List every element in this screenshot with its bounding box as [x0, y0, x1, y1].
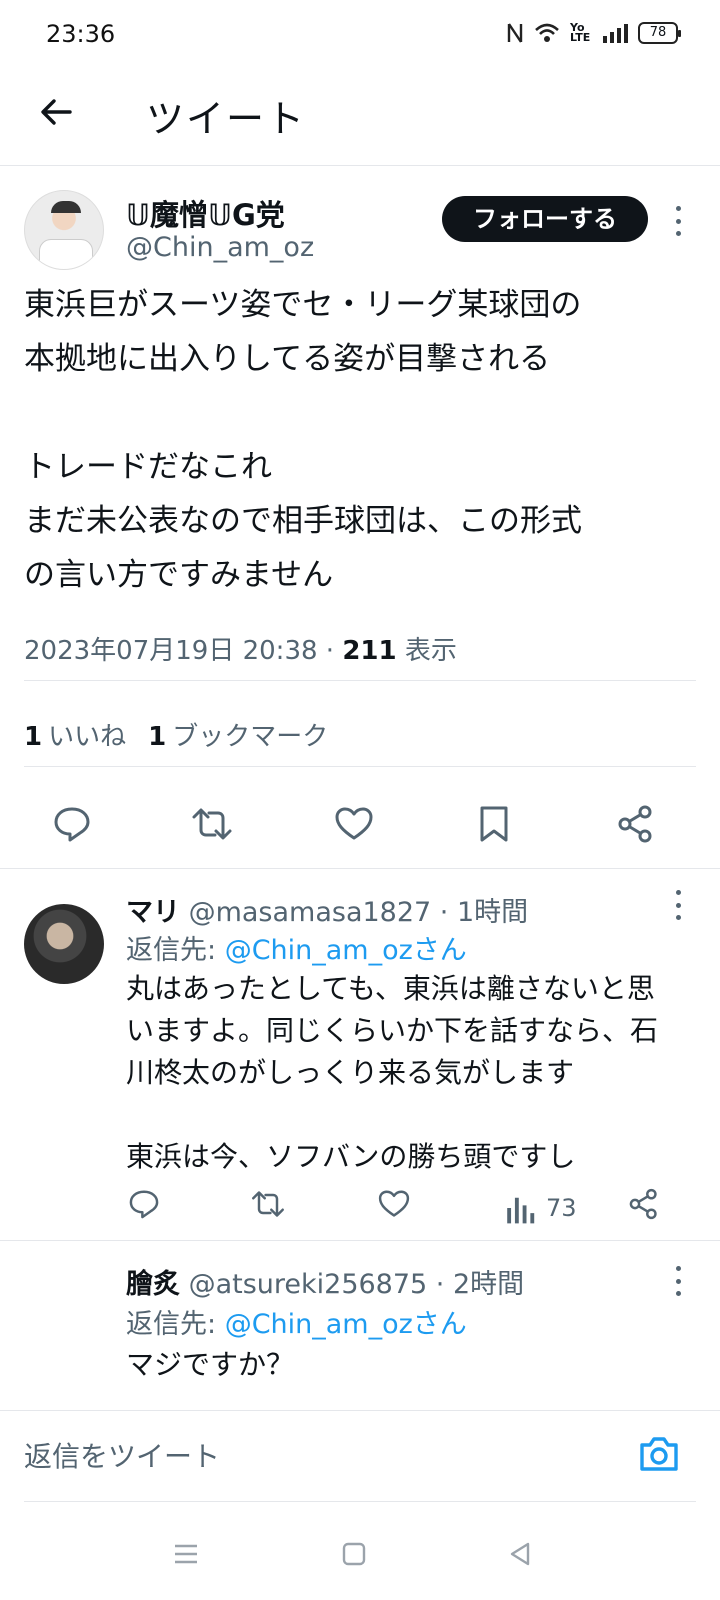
author-handle[interactable]: @Chin_am_oz — [126, 232, 314, 263]
reply-meta: @masamasa1827 · 1時間 — [180, 897, 529, 928]
network-label: Yo LTE — [570, 21, 591, 44]
avatar-shirt-shape — [39, 239, 93, 269]
tweet-action-bar — [0, 792, 720, 862]
status-icons: Yo LTE 78 — [506, 21, 681, 44]
more-icon[interactable] — [674, 890, 682, 920]
retweet-icon — [192, 808, 232, 840]
bookmark-icon — [480, 806, 508, 842]
bookmark-button[interactable] — [472, 802, 516, 846]
menu-nav-button[interactable] — [172, 1540, 200, 1568]
camera-icon — [640, 1437, 678, 1471]
reply-author-name[interactable]: マリ — [126, 897, 180, 928]
divider — [24, 766, 696, 767]
home-nav-button[interactable] — [340, 1540, 368, 1568]
reply-header: マリ @masamasa1827 · 1時間 — [126, 890, 528, 929]
retweet-button[interactable] — [190, 802, 234, 846]
back-arrow-icon — [41, 99, 72, 125]
status-bar: 23:36 Yo LTE 78 — [0, 0, 720, 72]
avatar-cap-shape — [51, 201, 81, 213]
like-button[interactable] — [376, 1186, 412, 1222]
follow-button[interactable]: フォローする — [442, 196, 648, 242]
like-button[interactable] — [332, 802, 376, 846]
like-icon — [335, 807, 373, 840]
signal-icon — [603, 24, 628, 43]
reply-text: 丸はあったとしても、東浜は離さないと思 いますよ。同じくらいか下を話すなら、石 … — [126, 972, 659, 1173]
more-icon[interactable] — [674, 206, 682, 236]
reply-to: 返信先: @Chin_am_ozさん — [126, 1309, 467, 1340]
top-app-bar: ツイート — [0, 72, 720, 166]
views-label: 表示 — [396, 636, 457, 666]
reply-input[interactable]: 返信をツイート — [24, 1435, 220, 1475]
back-triangle-icon — [510, 1542, 530, 1566]
share-icon — [629, 1188, 657, 1220]
divider — [24, 680, 696, 681]
like-icon — [378, 1190, 410, 1217]
retweet-icon — [252, 1191, 284, 1217]
likes-stat[interactable]: 1 いいね — [24, 716, 126, 753]
divider — [0, 868, 720, 869]
camera-button[interactable] — [636, 1431, 682, 1477]
reply-icon — [129, 1190, 159, 1219]
reply-meta: @atsureki256875 · 2時間 — [180, 1269, 525, 1300]
reply-button[interactable] — [50, 802, 94, 846]
menu-icon — [175, 1544, 197, 1564]
retweet-button[interactable] — [250, 1186, 286, 1222]
bookmarks-stat[interactable]: 1 ブックマーク — [148, 716, 328, 753]
author-name[interactable]: 𝕌魔憎𝕌G党 — [126, 192, 285, 234]
reply-avatar[interactable] — [24, 904, 104, 984]
status-time: 23:36 — [46, 20, 116, 48]
reply-action-bar: 73 — [126, 1186, 686, 1230]
reply-to: 返信先: @Chin_am_ozさん — [126, 935, 467, 966]
tweet-date[interactable]: 2023年07月19日 20:38 · — [24, 636, 342, 666]
back-nav-button[interactable] — [506, 1540, 534, 1568]
reply-composer: 返信をツイート — [0, 1410, 720, 1502]
reply-to-link[interactable]: @Chin_am_ozさん — [225, 1309, 467, 1340]
nfc-icon — [507, 23, 523, 43]
share-icon — [618, 805, 652, 843]
more-icon[interactable] — [674, 1266, 682, 1296]
views-button[interactable]: 73 — [504, 1190, 577, 1226]
reply-button[interactable] — [126, 1186, 162, 1222]
reply-author-name[interactable]: 膾炙 — [126, 1269, 180, 1300]
divider — [24, 1501, 696, 1502]
tweet-stats: 1 いいね 1 ブックマーク — [24, 716, 328, 753]
reply-header: 膾炙 @atsureki256875 · 2時間 — [126, 1262, 524, 1301]
share-button[interactable] — [626, 1186, 662, 1222]
share-button[interactable] — [614, 802, 658, 846]
reply-text: マジですか？ — [126, 1348, 295, 1381]
battery-icon: 78 — [638, 22, 681, 44]
tweet-text: 東浜巨がスーツ姿でセ・リーグ某球団の 本拠地に出入りしてる姿が目撃される トレー… — [24, 287, 582, 593]
views-count: 73 — [546, 1194, 577, 1222]
reply-icon — [54, 807, 90, 842]
divider — [0, 1240, 720, 1241]
page-title: ツイート — [146, 97, 307, 141]
back-button[interactable] — [36, 92, 76, 132]
views-icon — [507, 1197, 535, 1224]
views-count: 211 — [342, 636, 397, 666]
system-nav-bar — [0, 1510, 720, 1600]
home-square-icon — [342, 1542, 366, 1566]
wifi-icon — [535, 23, 559, 42]
author-avatar[interactable] — [24, 190, 104, 270]
reply-to-link[interactable]: @Chin_am_ozさん — [225, 935, 467, 966]
tweet-meta: 2023年07月19日 20:38 · 211 表示 — [24, 630, 457, 667]
